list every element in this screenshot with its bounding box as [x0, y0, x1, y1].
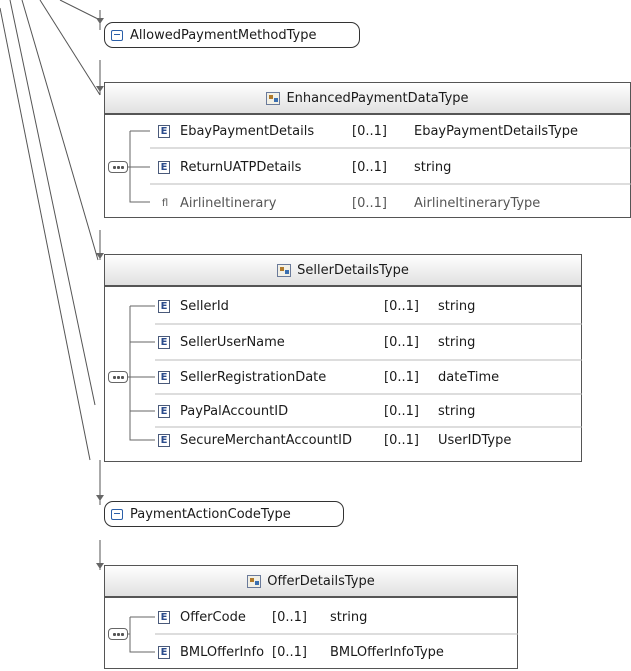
field-type: string — [330, 609, 368, 625]
offer-tree-lines — [120, 616, 518, 653]
field-type: BMLOfferInfoType — [330, 644, 444, 660]
field-cardinality: [0..1] — [272, 644, 307, 660]
element-icon: E — [158, 645, 170, 659]
field-name: OfferCode — [180, 609, 246, 625]
offer-row-offer-code[interactable]: E OfferCode [0..1] string — [158, 602, 367, 632]
field-name: BMLOfferInfo — [180, 644, 265, 660]
field-cardinality: [0..1] — [272, 609, 307, 625]
sequence-icon — [108, 628, 128, 640]
element-icon: E — [158, 610, 170, 624]
offer-row-bml-offer-info[interactable]: E BMLOfferInfo [0..1] BMLOfferInfoType — [158, 637, 444, 667]
